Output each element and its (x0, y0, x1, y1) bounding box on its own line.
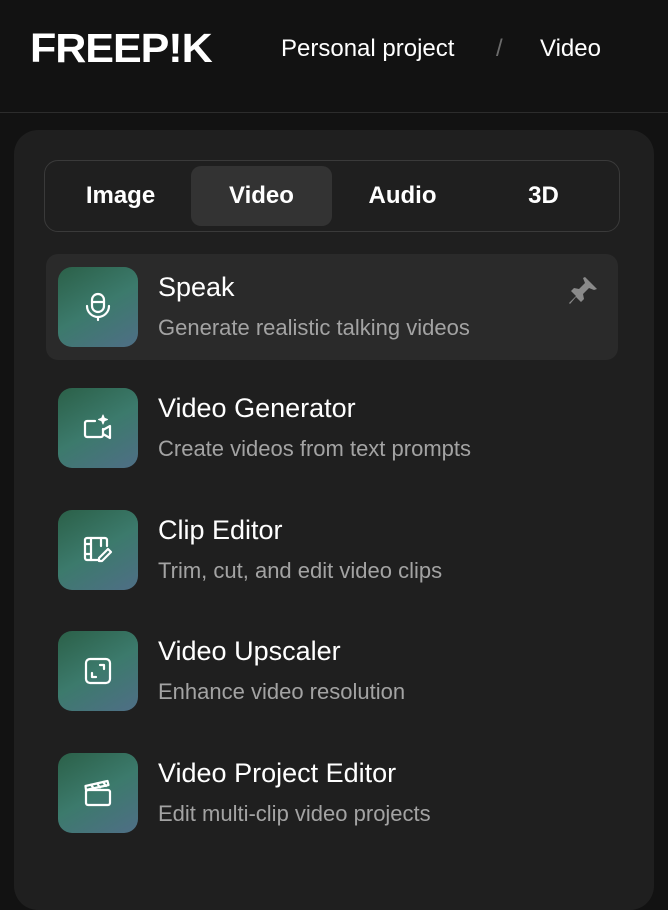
tools-panel: Image Video Audio 3D Speak Generate real… (14, 130, 654, 910)
tool-item-clip-editor[interactable]: Clip Editor Trim, cut, and edit video cl… (46, 497, 618, 603)
expand-icon (58, 631, 138, 711)
tool-title: Clip Editor (158, 515, 283, 545)
tab-3d[interactable]: 3D (473, 166, 614, 226)
tool-item-speak[interactable]: Speak Generate realistic talking videos (46, 254, 618, 360)
video-sparkle-icon (58, 388, 138, 468)
microphone-face-icon (58, 267, 138, 347)
clapperboard-icon (58, 753, 138, 833)
tool-title: Speak (158, 272, 235, 302)
tab-audio[interactable]: Audio (332, 166, 473, 226)
tool-description: Edit multi-clip video projects (158, 801, 431, 826)
tool-item-video-project-editor[interactable]: Video Project Editor Edit multi-clip vid… (46, 740, 618, 846)
breadcrumb-current[interactable]: Video (540, 34, 601, 64)
tool-title: Video Project Editor (158, 758, 397, 788)
breadcrumb-separator: / (496, 35, 503, 62)
tool-description: Generate realistic talking videos (158, 315, 470, 340)
tool-item-video-generator[interactable]: Video Generator Create videos from text … (46, 375, 618, 481)
tool-description: Enhance video resolution (158, 679, 406, 704)
tool-title: Video Generator (158, 393, 356, 423)
tab-image[interactable]: Image (50, 166, 191, 226)
tool-item-video-upscaler[interactable]: Video Upscaler Enhance video resolution (46, 618, 618, 724)
pin-icon[interactable] (566, 274, 600, 308)
tool-description: Create videos from text prompts (158, 436, 472, 461)
freepik-logo[interactable]: FREEP!K (30, 26, 213, 70)
tab-video[interactable]: Video (191, 166, 332, 226)
breadcrumb-project[interactable]: Personal project (281, 34, 454, 64)
category-tabs: Image Video Audio 3D (44, 160, 620, 232)
tool-description: Trim, cut, and edit video clips (158, 558, 443, 583)
top-bar: FREEP!K Personal project / Video (0, 0, 668, 113)
film-edit-icon (58, 510, 138, 590)
tool-title: Video Upscaler (158, 636, 341, 666)
